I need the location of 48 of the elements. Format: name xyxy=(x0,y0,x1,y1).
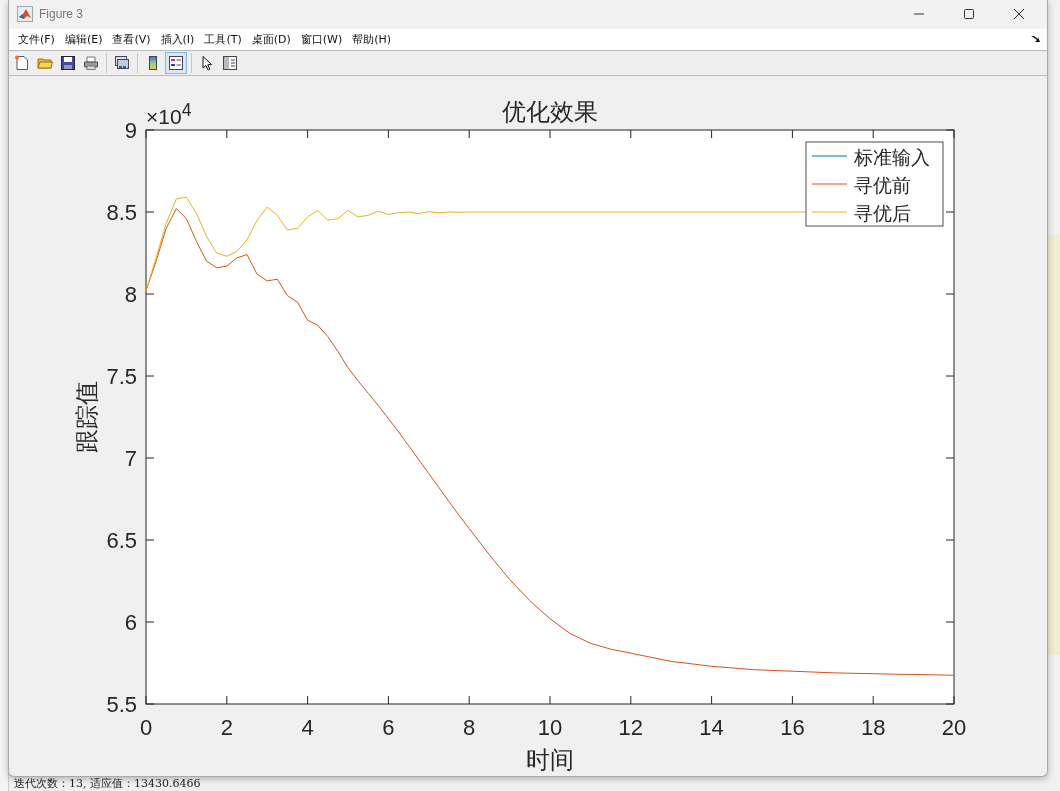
legend-icon xyxy=(168,55,184,71)
y-tick-label: 8 xyxy=(124,282,137,307)
linked-windows-icon xyxy=(114,55,130,71)
x-tick-label: 18 xyxy=(860,715,886,740)
menu-item[interactable]: 文件(F) xyxy=(13,31,60,47)
x-tick-label: 4 xyxy=(301,715,314,740)
menu-item[interactable]: 工具(T) xyxy=(199,31,247,47)
y-tick-label: 5.5 xyxy=(106,692,137,717)
maximize-icon[interactable] xyxy=(963,8,975,21)
page-icon xyxy=(14,55,30,71)
x-axis-title: 时间 xyxy=(526,746,574,774)
close-icon[interactable] xyxy=(1013,8,1025,21)
legend-label: 标准输入 xyxy=(854,146,930,168)
console-text: 迭代次数：13, 适应值：13430.6466 xyxy=(14,777,201,790)
dock-arrow-icon[interactable] xyxy=(1031,35,1041,44)
x-tick-label: 8 xyxy=(463,715,476,740)
y-tick-label: 9 xyxy=(124,118,137,143)
y-axis-title: 跟踪值 xyxy=(73,381,101,453)
menu-item[interactable]: 查看(V) xyxy=(107,31,156,47)
window-title: Figure 3 xyxy=(39,7,84,22)
y-tick-label: 6.5 xyxy=(106,528,137,553)
legend-button[interactable] xyxy=(165,52,187,74)
legend-label: 寻优前 xyxy=(854,174,911,196)
x-tick-label: 14 xyxy=(699,715,724,740)
x-tick-label: 6 xyxy=(382,715,395,740)
printer-icon xyxy=(83,55,99,71)
y-tick-label: 7 xyxy=(124,446,137,471)
y-tick-label: 8.5 xyxy=(106,200,137,225)
axis-exponent-label: ×10$^{4}$ xyxy=(146,102,192,127)
x-tick-label: 2 xyxy=(220,715,233,740)
legend-label: 寻优后 xyxy=(854,202,911,224)
menu-item[interactable]: 编辑(E) xyxy=(59,31,108,47)
panel-icon xyxy=(222,55,238,71)
menu-item[interactable]: 帮助(H) xyxy=(347,31,397,47)
menu-item[interactable]: 插入(I) xyxy=(155,31,200,47)
y-tick-label: 6 xyxy=(124,610,137,635)
menu-item[interactable]: 窗口(W) xyxy=(295,31,348,47)
chart-title: 优化效果 xyxy=(502,98,598,126)
app-icon xyxy=(17,6,33,23)
cursor-arrow-icon xyxy=(199,55,215,71)
y-tick-label: 7.5 xyxy=(106,364,137,389)
folder-icon xyxy=(37,55,53,71)
x-tick-label: 20 xyxy=(941,715,967,740)
x-tick-label: 16 xyxy=(780,715,805,740)
menu-item[interactable]: 桌面(D) xyxy=(246,31,296,47)
x-tick-label: 0 xyxy=(139,715,153,740)
x-tick-label: 10 xyxy=(537,715,563,740)
x-tick-label: 12 xyxy=(618,715,644,740)
